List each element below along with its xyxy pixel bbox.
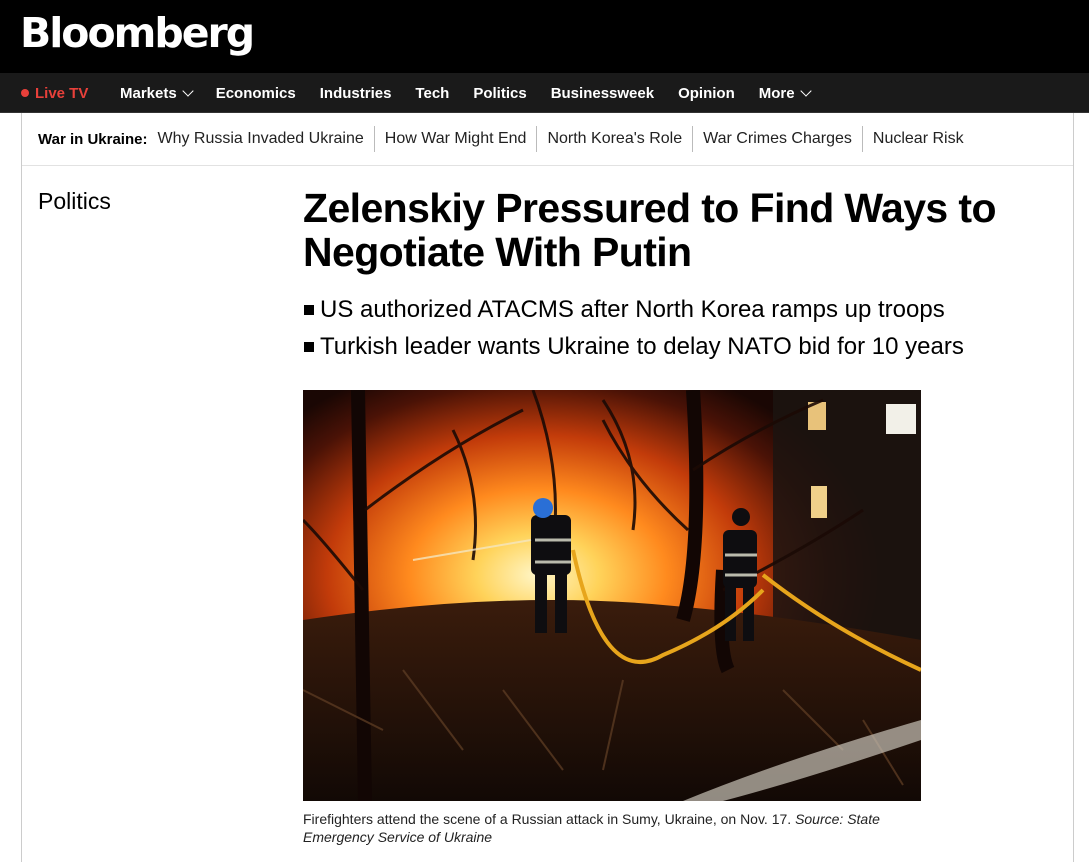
top-bar: Bloomberg [0, 0, 1089, 73]
fire-photo-illustration [303, 390, 921, 801]
live-tv-label: Live TV [35, 84, 89, 102]
nav-item-label: More [758, 84, 795, 102]
caption-text: Firefighters attend the scene of a Russi… [303, 811, 792, 827]
subnav-label: War in Ukraine: [38, 130, 148, 148]
bullet-text: Turkish leader wants Ukraine to delay NA… [320, 333, 964, 360]
nav-item-markets[interactable]: Markets [120, 84, 194, 102]
nav-item-label: Tech [415, 84, 450, 102]
subnav-link[interactable]: Nuclear Risk [861, 126, 974, 152]
summary-bullet: Turkish leader wants Ukraine to delay NA… [303, 328, 964, 365]
article-photo [303, 390, 921, 801]
article-headline: Zelenskiy Pressured to Find Ways to Nego… [303, 185, 997, 275]
nav-item-economics[interactable]: Economics [216, 85, 296, 102]
nav-item-businessweek[interactable]: Businessweek [551, 85, 654, 102]
chevron-down-icon [182, 85, 194, 97]
nav-item-label: Opinion [678, 84, 735, 102]
main-nav: Live TV Markets Economics Industries Tech Po… [0, 73, 1089, 113]
nav-item-opinion[interactable]: Opinion [678, 85, 735, 102]
bullet-square-icon [304, 304, 314, 315]
nav-items: Markets Economics Industries Tech Politics Bu… [120, 73, 834, 113]
live-dot-icon [21, 89, 29, 97]
section-label[interactable]: Politics [38, 188, 111, 215]
bullet-square-icon [304, 341, 314, 352]
subnav-link[interactable]: North Korea's Role [536, 126, 692, 152]
nav-item-label: Businessweek [550, 84, 655, 102]
live-tv-link[interactable]: Live TV [21, 73, 88, 113]
subnav-link[interactable]: War Crimes Charges [692, 126, 862, 152]
nav-item-industries[interactable]: Industries [320, 85, 392, 102]
war-in-ukraine-subnav: War in Ukraine: Why Russia Invaded Ukrai… [22, 113, 1073, 166]
nav-item-tech[interactable]: Tech [415, 85, 449, 102]
nav-item-label: Politics [473, 84, 527, 102]
bullet-text: US authorized ATACMS after North Korea r… [320, 296, 945, 323]
nav-item-label: Industries [319, 84, 392, 102]
article-bullets: US authorized ATACMS after North Korea r… [303, 291, 964, 365]
nav-item-label: Markets [120, 84, 177, 102]
subnav-link[interactable]: Why Russia Invaded Ukraine [157, 126, 373, 152]
summary-bullet: US authorized ATACMS after North Korea r… [303, 291, 964, 328]
nav-item-label: Economics [215, 84, 296, 102]
nav-item-more[interactable]: More [758, 84, 812, 102]
nav-item-politics[interactable]: Politics [473, 85, 526, 102]
bloomberg-logo[interactable]: Bloomberg [20, 8, 255, 58]
chevron-down-icon [799, 85, 812, 97]
photo-caption: Firefighters attend the scene of a Russi… [303, 810, 923, 846]
subnav-link[interactable]: How War Might End [373, 126, 537, 152]
